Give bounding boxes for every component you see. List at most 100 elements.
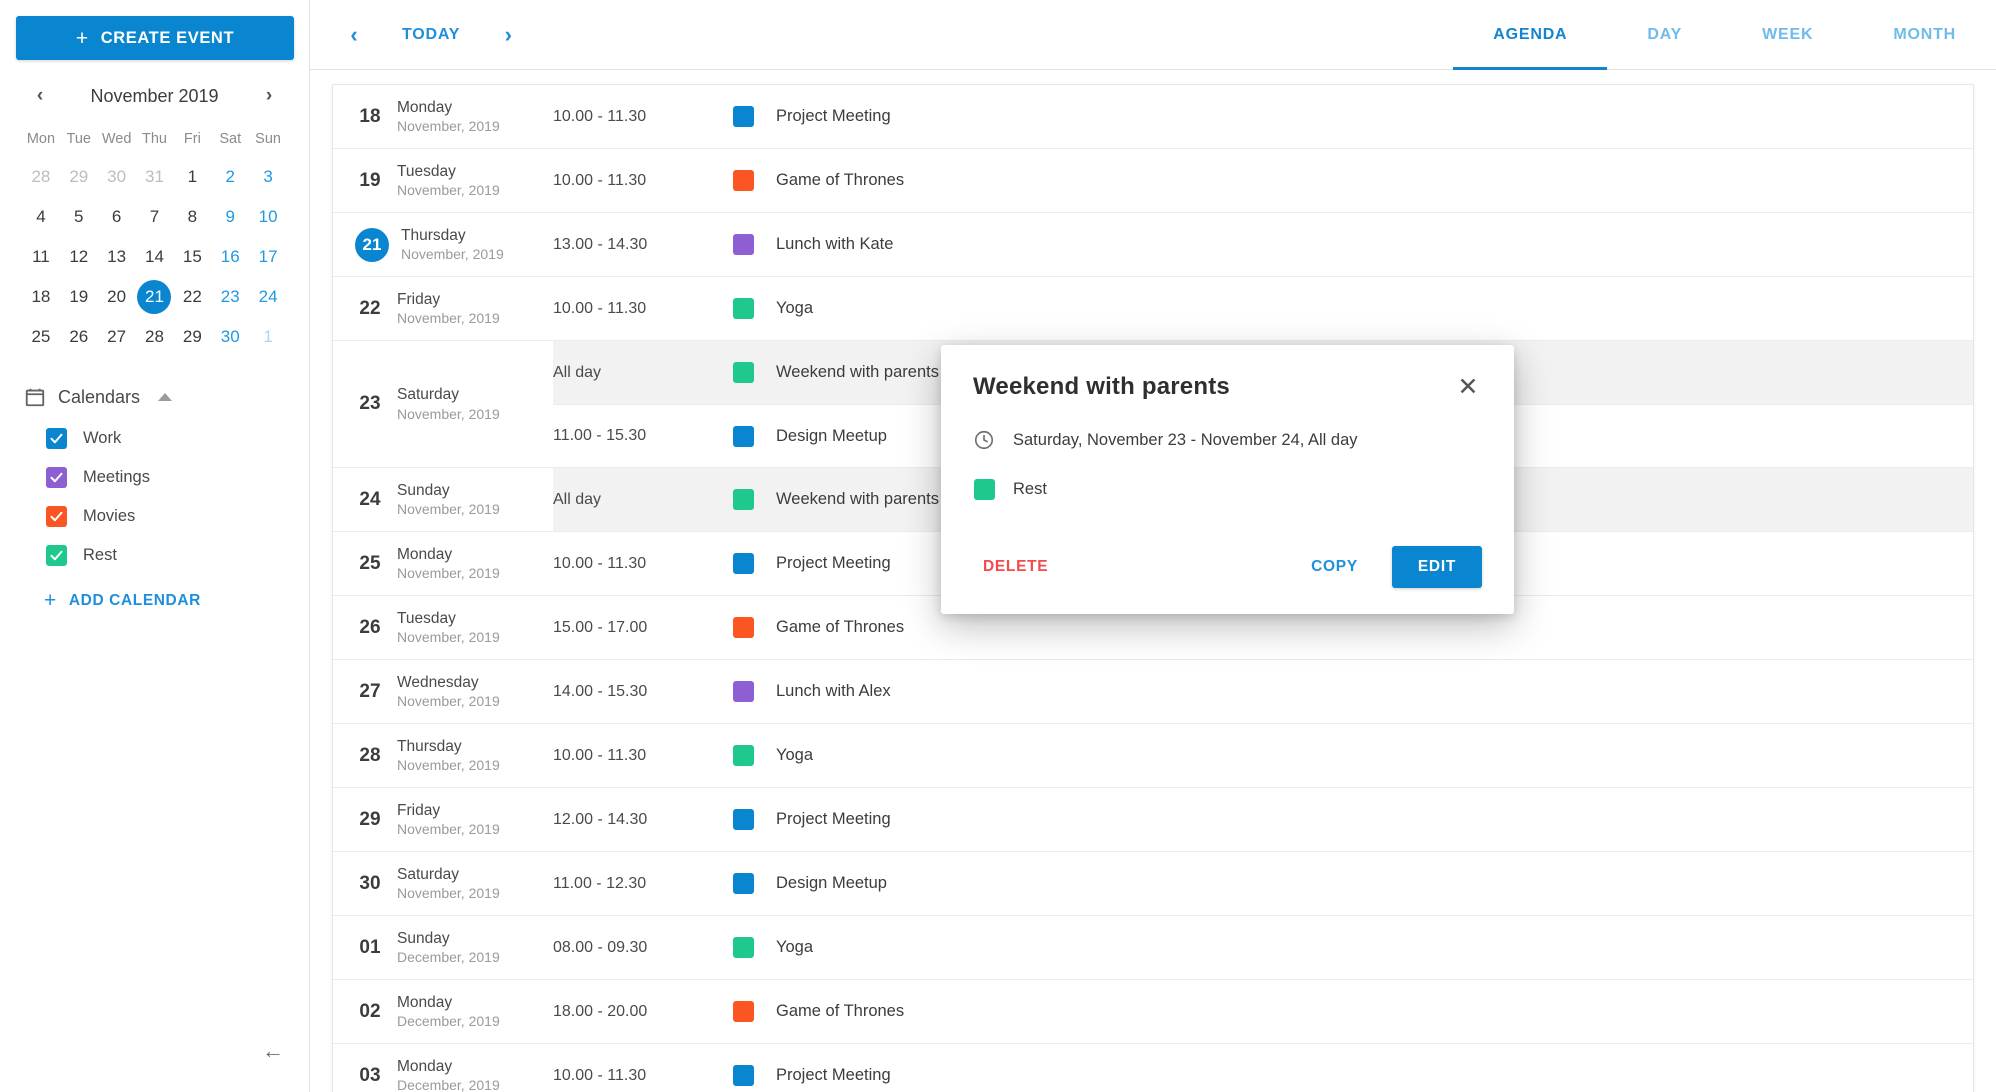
calendar-list-item[interactable]: Meetings bbox=[46, 461, 287, 493]
mini-calendar-date-cell[interactable]: 30 bbox=[98, 158, 136, 196]
agenda-day-info: Friday November, 2019 bbox=[397, 801, 500, 839]
calendar-list-item[interactable]: Movies bbox=[46, 500, 287, 532]
agenda-day-month: November, 2019 bbox=[397, 565, 500, 582]
mini-calendar-date-cell[interactable]: 9 bbox=[211, 198, 249, 236]
next-period-icon[interactable]: › bbox=[486, 13, 530, 57]
calendar-checkbox[interactable] bbox=[46, 427, 67, 449]
view-tab-month[interactable]: MONTH bbox=[1853, 0, 1996, 70]
mini-calendar-date-cell[interactable]: 30 bbox=[211, 318, 249, 356]
mini-calendar-date-cell[interactable]: 29 bbox=[173, 318, 211, 356]
mini-calendar-date-cell[interactable]: 23 bbox=[211, 278, 249, 316]
mini-calendar-date-cell[interactable]: 22 bbox=[173, 278, 211, 316]
mini-calendar-date-cell[interactable]: 1 bbox=[249, 318, 287, 356]
mini-calendar-date-cell[interactable]: 17 bbox=[249, 238, 287, 276]
agenda-event[interactable]: 13.00 - 14.30 Lunch with Kate bbox=[553, 213, 1973, 276]
mini-calendar-date-cell[interactable]: 5 bbox=[60, 198, 98, 236]
agenda-row-date: 18 Monday November, 2019 bbox=[333, 85, 553, 148]
dialog-time-row: Saturday, November 23 - November 24, All… bbox=[973, 429, 1482, 451]
agenda-day-number: 02 bbox=[359, 1000, 381, 1022]
view-tab-week[interactable]: WEEK bbox=[1722, 0, 1853, 70]
agenda-row-events: 10.00 - 11.30 Project Meeting bbox=[553, 85, 1973, 148]
agenda-day-info: Friday November, 2019 bbox=[397, 290, 500, 328]
mini-calendar-date-cell[interactable]: 10 bbox=[249, 198, 287, 236]
agenda-day-month: December, 2019 bbox=[397, 1077, 500, 1092]
mini-calendar-date-cell[interactable]: 24 bbox=[249, 278, 287, 316]
caret-up-icon[interactable] bbox=[158, 393, 173, 401]
agenda-event[interactable]: 10.00 - 11.30 Project Meeting bbox=[553, 1044, 1973, 1092]
agenda-event[interactable]: 10.00 - 11.30 Yoga bbox=[553, 277, 1973, 340]
agenda-day-info: Saturday November, 2019 bbox=[397, 865, 500, 903]
agenda-event-title: Weekend with parents bbox=[776, 490, 939, 508]
mini-calendar-date-cell[interactable]: 25 bbox=[22, 318, 60, 356]
agenda-event-title: Project Meeting bbox=[776, 107, 891, 125]
agenda-day-name: Thursday bbox=[397, 737, 462, 755]
agenda-event[interactable]: 08.00 - 09.30 Yoga bbox=[553, 916, 1973, 979]
date-number: 3 bbox=[263, 167, 273, 186]
agenda-event-time: 13.00 - 14.30 bbox=[553, 235, 648, 253]
collapse-sidebar-arrow-left-icon[interactable]: ← bbox=[258, 1036, 288, 1066]
mini-calendar-date-cell[interactable]: 29 bbox=[60, 158, 98, 196]
agenda-event[interactable]: 10.00 - 11.30 Game of Thrones bbox=[553, 149, 1973, 212]
agenda-event-color-swatch bbox=[733, 106, 754, 127]
agenda-event-color-swatch bbox=[733, 489, 754, 510]
mini-calendar-next-month-icon[interactable]: › bbox=[257, 84, 281, 108]
mini-calendar-week: 25 26 27 28 29 30 1 bbox=[22, 318, 287, 356]
calendar-checkbox[interactable] bbox=[46, 505, 67, 527]
mini-calendar-date-cell[interactable]: 15 bbox=[173, 238, 211, 276]
calendar-checkbox[interactable] bbox=[46, 544, 67, 566]
agenda-event[interactable]: 12.00 - 14.30 Project Meeting bbox=[553, 788, 1973, 851]
mini-calendar-date-cell[interactable]: 6 bbox=[98, 198, 136, 236]
mini-calendar-date-cell[interactable]: 27 bbox=[98, 318, 136, 356]
mini-calendar-date-cell[interactable]: 7 bbox=[136, 198, 174, 236]
agenda-event-time: All day bbox=[553, 363, 602, 381]
delete-button[interactable]: DELETE bbox=[969, 548, 1062, 586]
agenda-event[interactable]: 14.00 - 15.30 Lunch with Alex bbox=[553, 660, 1973, 723]
calendar-list-item[interactable]: Rest bbox=[46, 539, 287, 571]
mini-calendar-date-cell[interactable]: 12 bbox=[60, 238, 98, 276]
create-event-button[interactable]: + CREATE EVENT bbox=[16, 16, 294, 60]
date-number: 9 bbox=[225, 207, 235, 226]
mini-calendar-date-cell[interactable]: 16 bbox=[211, 238, 249, 276]
prev-period-icon[interactable]: ‹ bbox=[332, 13, 376, 57]
mini-calendar-date-cell[interactable]: 31 bbox=[136, 158, 174, 196]
agenda-event[interactable]: 10.00 - 11.30 Yoga bbox=[553, 724, 1973, 787]
agenda-row-date: 26 Tuesday November, 2019 bbox=[333, 596, 553, 659]
agenda-event[interactable]: 11.00 - 12.30 Design Meetup bbox=[553, 852, 1973, 915]
mini-calendar-date-cell[interactable]: 26 bbox=[60, 318, 98, 356]
date-navigation: ‹ TODAY › bbox=[332, 13, 530, 57]
mini-calendar-date-cell[interactable]: 28 bbox=[136, 318, 174, 356]
view-tab-day[interactable]: DAY bbox=[1607, 0, 1722, 70]
calendar-color-swatch bbox=[974, 479, 995, 500]
mini-calendar-date-cell[interactable]: 11 bbox=[22, 238, 60, 276]
edit-button[interactable]: EDIT bbox=[1391, 546, 1482, 588]
calendar-list-item[interactable]: Work bbox=[46, 422, 287, 454]
agenda-event[interactable]: 18.00 - 20.00 Game of Thrones bbox=[553, 980, 1973, 1043]
view-tab-agenda[interactable]: AGENDA bbox=[1453, 0, 1608, 70]
agenda-day-info: Wednesday November, 2019 bbox=[397, 673, 500, 711]
calendars-header[interactable]: Calendars bbox=[24, 386, 287, 408]
agenda-day-info: Tuesday November, 2019 bbox=[397, 609, 500, 647]
calendar-checkbox[interactable] bbox=[46, 466, 67, 488]
mini-calendar-date-cell[interactable]: 8 bbox=[173, 198, 211, 236]
mini-calendar-date-cell[interactable]: 2 bbox=[211, 158, 249, 196]
calendars-list: Work Meetings Movies Rest bbox=[24, 422, 287, 571]
add-calendar-button[interactable]: + ADD CALENDAR bbox=[24, 589, 287, 613]
mini-calendar-date-cell[interactable]: 19 bbox=[60, 278, 98, 316]
agenda-event-time: 18.00 - 20.00 bbox=[553, 1002, 648, 1020]
close-icon[interactable]: ✕ bbox=[1454, 373, 1482, 401]
mini-calendar-date-cell[interactable]: 3 bbox=[249, 158, 287, 196]
mini-calendar-date-cell[interactable]: 14 bbox=[136, 238, 174, 276]
agenda-event-time: 10.00 - 11.30 bbox=[553, 1066, 647, 1084]
mini-calendar-date-cell[interactable]: 28 bbox=[22, 158, 60, 196]
mini-calendar-date-cell[interactable]: 13 bbox=[98, 238, 136, 276]
mini-calendar-date-cell[interactable]: 21 bbox=[136, 278, 174, 316]
mini-calendar-date-cell[interactable]: 18 bbox=[22, 278, 60, 316]
mini-calendar-date-cell[interactable]: 4 bbox=[22, 198, 60, 236]
date-number: 13 bbox=[107, 247, 127, 266]
mini-calendar-date-cell[interactable]: 20 bbox=[98, 278, 136, 316]
agenda-event[interactable]: 10.00 - 11.30 Project Meeting bbox=[553, 85, 1973, 148]
today-button[interactable]: TODAY bbox=[380, 26, 482, 44]
mini-calendar-date-cell[interactable]: 1 bbox=[173, 158, 211, 196]
mini-calendar-prev-month-icon[interactable]: ‹ bbox=[28, 84, 52, 108]
copy-button[interactable]: COPY bbox=[1295, 548, 1374, 586]
